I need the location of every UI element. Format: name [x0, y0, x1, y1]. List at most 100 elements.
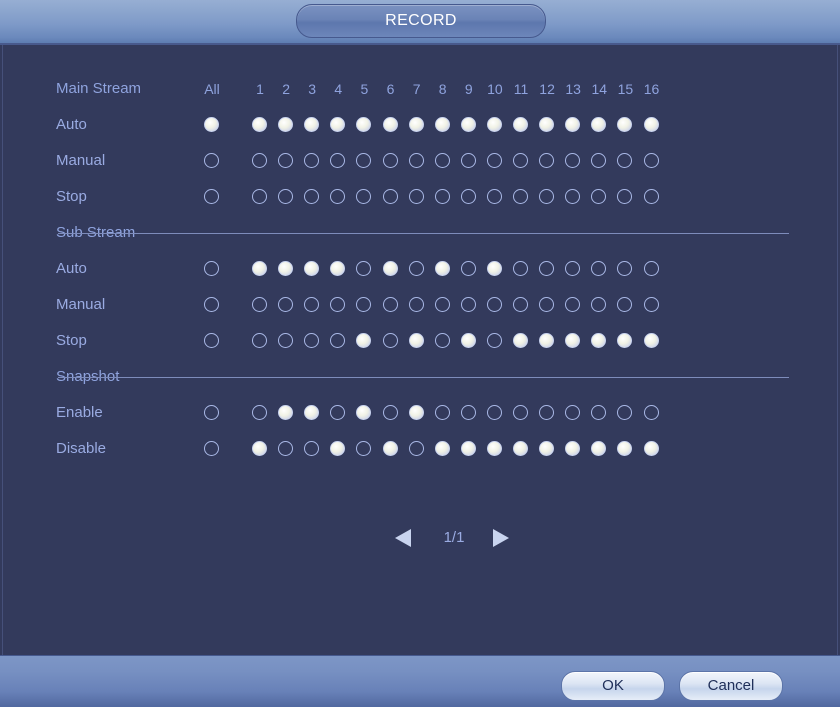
radio-main_stream-auto-ch10[interactable] [486, 117, 502, 132]
radio-sub_stream-manual-ch7[interactable] [408, 297, 424, 312]
radio-main_stream-manual-ch1[interactable] [252, 153, 267, 168]
cancel-button[interactable]: Cancel [679, 671, 783, 701]
radio-sub_stream-auto-ch2[interactable] [278, 261, 294, 276]
radio-snapshot-enable-ch14[interactable] [591, 405, 607, 420]
radio-snapshot-disable-ch11[interactable] [513, 441, 528, 456]
radio-sub_stream-stop-ch14[interactable] [591, 333, 607, 348]
radio-main_stream-auto-ch9[interactable] [460, 117, 476, 132]
radio-sub_stream-auto-ch16[interactable] [643, 261, 659, 276]
radio-main_stream-stop-ch5[interactable] [356, 189, 372, 204]
radio-sub_stream-auto-ch14[interactable] [591, 261, 607, 276]
radio-main_stream-stop-ch16[interactable] [643, 189, 659, 204]
radio-snapshot-enable-ch6[interactable] [382, 405, 398, 420]
radio-main_stream-stop-ch12[interactable] [539, 189, 555, 204]
radio-snapshot-disable-ch9[interactable] [460, 441, 476, 456]
radio-main_stream-stop-ch2[interactable] [278, 189, 294, 204]
radio-main_stream-manual-ch15[interactable] [617, 153, 633, 168]
radio-main_stream-manual-ch4[interactable] [330, 153, 346, 168]
radio-main_stream-auto-ch8[interactable] [434, 117, 450, 132]
radio-main_stream-manual-ch13[interactable] [565, 153, 581, 168]
radio-snapshot-enable-ch16[interactable] [643, 405, 659, 420]
radio-main_stream-manual-ch5[interactable] [356, 153, 372, 168]
triangle-left-icon[interactable] [395, 529, 411, 547]
radio-main_stream-stop-ch13[interactable] [565, 189, 581, 204]
radio-main_stream-stop-ch11[interactable] [513, 189, 528, 204]
radio-sub_stream-manual-ch6[interactable] [382, 297, 398, 312]
radio-main_stream-auto-ch12[interactable] [539, 117, 555, 132]
radio-sub_stream-stop-ch13[interactable] [565, 333, 581, 348]
radio-sub_stream-manual-ch4[interactable] [330, 297, 346, 312]
radio-snapshot-enable-ch15[interactable] [617, 405, 633, 420]
radio-snapshot-disable-ch1[interactable] [252, 441, 267, 456]
radio-main_stream-manual-ch11[interactable] [513, 153, 528, 168]
radio-snapshot-disable-ch2[interactable] [278, 441, 294, 456]
radio-main_stream-auto-ch6[interactable] [382, 117, 398, 132]
radio-main_stream-stop-ch3[interactable] [304, 189, 320, 204]
radio-main_stream-manual-ch3[interactable] [304, 153, 320, 168]
radio-snapshot-disable-ch12[interactable] [539, 441, 555, 456]
radio-main_stream-auto-ch2[interactable] [278, 117, 294, 132]
radio-snapshot-enable-ch5[interactable] [356, 405, 372, 420]
radio-snapshot-enable-ch4[interactable] [330, 405, 346, 420]
radio-main_stream-auto-ch4[interactable] [330, 117, 346, 132]
radio-sub_stream-stop-ch15[interactable] [617, 333, 633, 348]
radio-sub_stream-manual-ch1[interactable] [252, 297, 267, 312]
radio-snapshot-disable-ch6[interactable] [382, 441, 398, 456]
radio-main_stream-stop-all[interactable] [204, 189, 219, 204]
radio-sub_stream-manual-ch14[interactable] [591, 297, 607, 312]
radio-snapshot-disable-ch7[interactable] [408, 441, 424, 456]
radio-snapshot-enable-ch3[interactable] [304, 405, 320, 420]
radio-main_stream-manual-ch8[interactable] [434, 153, 450, 168]
radio-main_stream-stop-ch7[interactable] [408, 189, 424, 204]
radio-snapshot-disable-ch10[interactable] [486, 441, 502, 456]
radio-sub_stream-manual-all[interactable] [204, 297, 219, 312]
radio-snapshot-enable-all[interactable] [204, 405, 219, 420]
radio-snapshot-enable-ch7[interactable] [408, 405, 424, 420]
radio-snapshot-disable-ch13[interactable] [565, 441, 581, 456]
radio-sub_stream-auto-ch8[interactable] [434, 261, 450, 276]
radio-snapshot-enable-ch13[interactable] [565, 405, 581, 420]
radio-main_stream-auto-ch16[interactable] [643, 117, 659, 132]
radio-sub_stream-stop-ch4[interactable] [330, 333, 346, 348]
radio-sub_stream-manual-ch9[interactable] [460, 297, 476, 312]
radio-snapshot-disable-ch16[interactable] [643, 441, 659, 456]
radio-main_stream-stop-ch1[interactable] [252, 189, 267, 204]
radio-main_stream-auto-all[interactable] [204, 117, 219, 132]
radio-main_stream-manual-ch2[interactable] [278, 153, 294, 168]
radio-snapshot-enable-ch10[interactable] [486, 405, 502, 420]
radio-sub_stream-manual-ch16[interactable] [643, 297, 659, 312]
radio-main_stream-manual-ch7[interactable] [408, 153, 424, 168]
radio-sub_stream-stop-ch1[interactable] [252, 333, 267, 348]
radio-sub_stream-auto-ch1[interactable] [252, 261, 267, 276]
radio-sub_stream-manual-ch15[interactable] [617, 297, 633, 312]
radio-snapshot-disable-ch4[interactable] [330, 441, 346, 456]
radio-sub_stream-auto-ch3[interactable] [304, 261, 320, 276]
radio-main_stream-manual-ch6[interactable] [382, 153, 398, 168]
radio-main_stream-stop-ch6[interactable] [382, 189, 398, 204]
radio-main_stream-auto-ch7[interactable] [408, 117, 424, 132]
radio-sub_stream-manual-ch2[interactable] [278, 297, 294, 312]
radio-main_stream-auto-ch14[interactable] [591, 117, 607, 132]
radio-sub_stream-manual-ch8[interactable] [434, 297, 450, 312]
radio-sub_stream-stop-ch7[interactable] [408, 333, 424, 348]
radio-snapshot-disable-ch3[interactable] [304, 441, 320, 456]
radio-main_stream-manual-ch9[interactable] [460, 153, 476, 168]
radio-sub_stream-auto-ch7[interactable] [408, 261, 424, 276]
radio-main_stream-stop-ch9[interactable] [460, 189, 476, 204]
radio-sub_stream-stop-ch16[interactable] [643, 333, 659, 348]
radio-snapshot-enable-ch1[interactable] [252, 405, 267, 420]
radio-snapshot-enable-ch8[interactable] [434, 405, 450, 420]
radio-main_stream-manual-ch12[interactable] [539, 153, 555, 168]
radio-main_stream-auto-ch1[interactable] [252, 117, 267, 132]
radio-sub_stream-manual-ch3[interactable] [304, 297, 320, 312]
radio-main_stream-auto-ch11[interactable] [513, 117, 528, 132]
radio-sub_stream-manual-ch11[interactable] [513, 297, 528, 312]
radio-sub_stream-stop-ch5[interactable] [356, 333, 372, 348]
radio-sub_stream-auto-ch12[interactable] [539, 261, 555, 276]
radio-sub_stream-stop-ch6[interactable] [382, 333, 398, 348]
radio-snapshot-enable-ch9[interactable] [460, 405, 476, 420]
radio-sub_stream-stop-ch8[interactable] [434, 333, 450, 348]
radio-main_stream-auto-ch15[interactable] [617, 117, 633, 132]
radio-snapshot-disable-ch14[interactable] [591, 441, 607, 456]
radio-sub_stream-auto-ch13[interactable] [565, 261, 581, 276]
